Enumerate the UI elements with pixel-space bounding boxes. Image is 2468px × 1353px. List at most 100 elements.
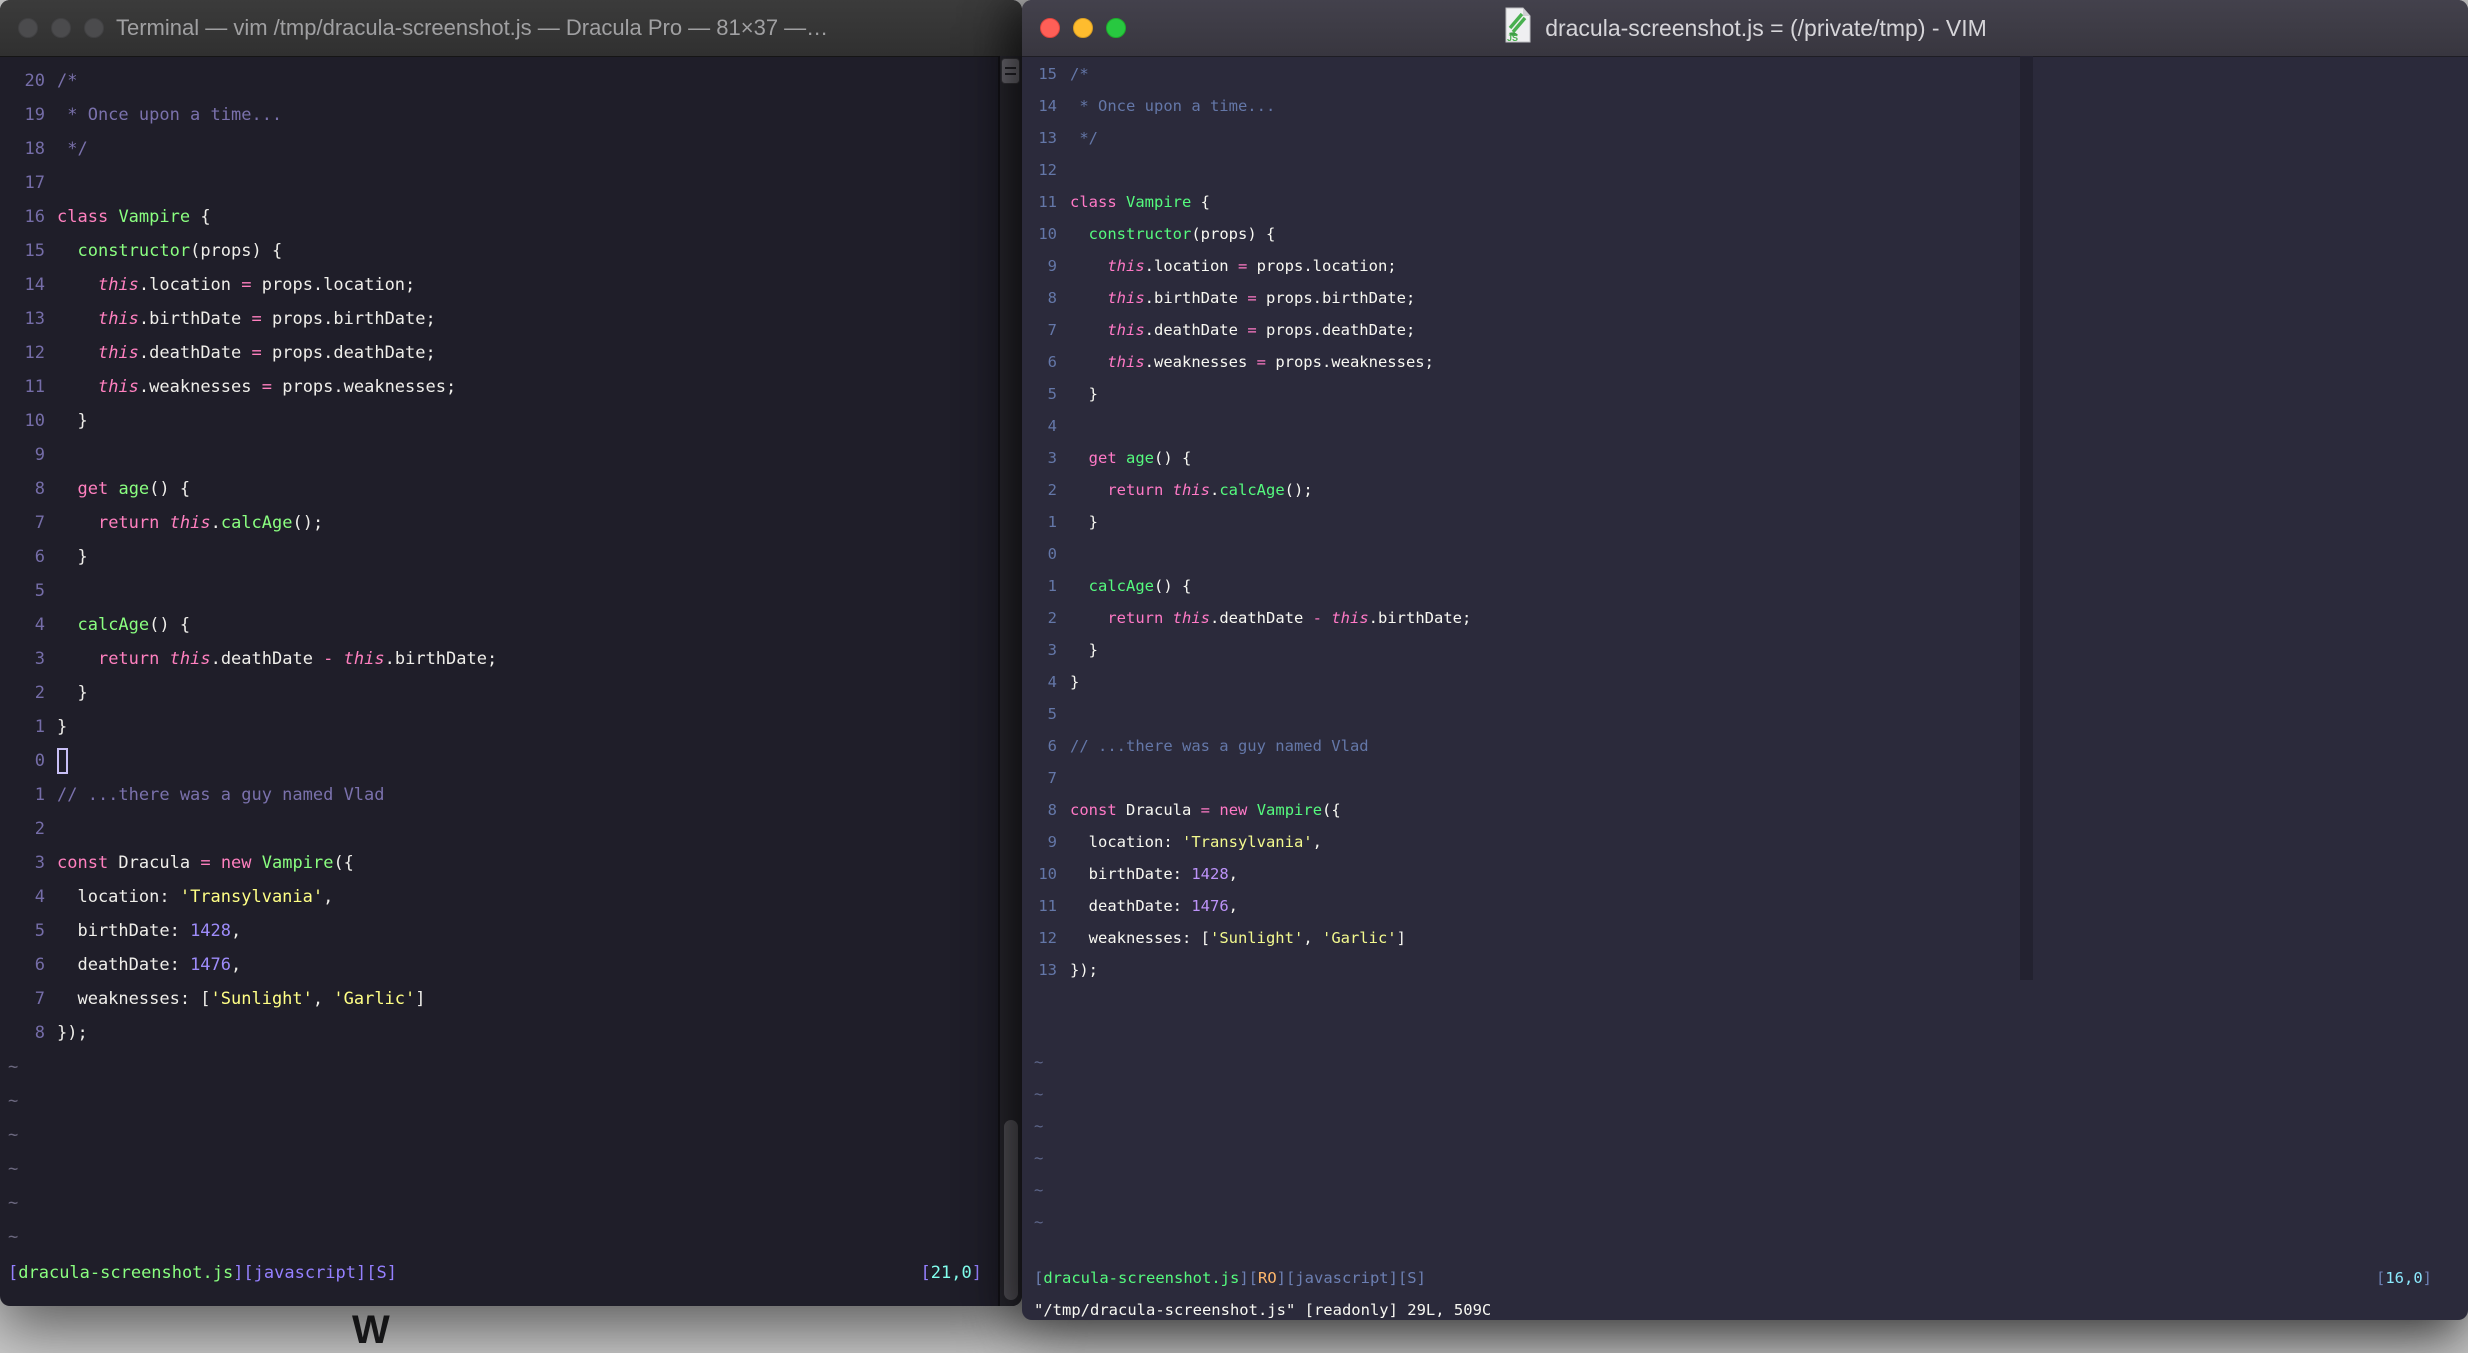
code-line: 15/* (1022, 58, 2468, 90)
code-line: 11 class Vampire { (1022, 186, 2468, 218)
code-line: 11 this.weaknesses = props.weaknesses; (0, 370, 1022, 404)
line-number: 3 (34, 649, 45, 669)
code-line: 9 location: 'Transylvania', (1022, 826, 2468, 858)
code-line: 11 deathDate: 1476, (1022, 890, 2468, 922)
code-line: 12 weaknesses: ['Sunlight', 'Garlic'] (1022, 922, 2468, 954)
line-number: 11 (1038, 193, 1057, 211)
line-number: 3 (1047, 641, 1057, 659)
terminal-window-title: Terminal — vim /tmp/dracula-screenshot.j… (116, 15, 829, 40)
line-number: 13 (1038, 961, 1057, 979)
line-number: 17 (24, 173, 45, 193)
vim-buffer-right[interactable]: 15/* 14 * Once upon a time... 13 */12 11 cla… (1022, 56, 2468, 1320)
line-number: 2 (1047, 481, 1057, 499)
line-number: 7 (34, 513, 45, 533)
code-line: 3 get age() { (1022, 442, 2468, 474)
statusline-file-info: [dracula-screenshot.js][RO][javascript][… (1034, 1269, 1426, 1287)
line-number: 7 (34, 989, 45, 1009)
javascript-file-icon: JS (1503, 6, 1533, 50)
code-line: 12 this.deathDate = props.deathDate; (0, 336, 1022, 370)
line-number: 0 (1047, 545, 1057, 563)
vim-statusline-right: [dracula-screenshot.js][RO][javascript][… (1022, 1262, 2468, 1294)
empty-line-tilde: ~ (1034, 1053, 1044, 1071)
code-line: 4} (1022, 666, 2468, 698)
close-button[interactable] (1040, 18, 1060, 38)
code-line: 13}); (1022, 954, 2468, 986)
terminal-titlebar[interactable]: Terminal — vim /tmp/dracula-screenshot.j… (0, 0, 1022, 57)
line-number: 12 (1038, 929, 1057, 947)
macvim-titlebar[interactable]: JS dracula-screenshot.js = (/private/tmp… (1022, 0, 2468, 57)
line-number: 10 (1038, 865, 1057, 883)
empty-line-tilde: ~ (1034, 1149, 1044, 1167)
code-line: 8 const Dracula = new Vampire({ (1022, 794, 2468, 826)
line-number: 8 (1047, 801, 1057, 819)
code-line: 10 birthDate: 1428, (1022, 858, 2468, 890)
code-line: 8}); (0, 1016, 1022, 1050)
line-number: 1 (1047, 513, 1057, 531)
line-number: 10 (24, 411, 45, 431)
line-number: 9 (1047, 257, 1057, 275)
code-line: 9 (0, 438, 1022, 472)
code-line: 9 this.location = props.location; (1022, 250, 2468, 282)
code-line: 15 constructor(props) { (0, 234, 1022, 268)
line-number: 13 (1038, 129, 1057, 147)
code-line: 7 weaknesses: ['Sunlight', 'Garlic'] (0, 982, 1022, 1016)
line-number: 14 (24, 275, 45, 295)
code-line: 8 get age() { (0, 472, 1022, 506)
line-number: 20 (24, 71, 45, 91)
line-number: 1 (34, 785, 45, 805)
empty-line-tilde: ~ (8, 1125, 19, 1145)
code-line: 6 this.weaknesses = props.weaknesses; (1022, 346, 2468, 378)
minimize-button[interactable] (1073, 18, 1093, 38)
empty-line-tilde: ~ (8, 1193, 19, 1213)
code-line: 6// ...there was a guy named Vlad (1022, 730, 2468, 762)
split-pane-button[interactable] (1001, 58, 1020, 84)
code-line: 2 (0, 812, 1022, 846)
empty-line-tilde: ~ (1034, 1181, 1044, 1199)
code-line: 5 (0, 574, 1022, 608)
line-number: 5 (34, 921, 45, 941)
empty-line-tilde: ~ (1034, 1117, 1044, 1135)
empty-line-tilde: ~ (1034, 1213, 1044, 1231)
empty-line-tilde: ~ (1034, 1085, 1044, 1103)
empty-line-tilde: ~ (8, 1159, 19, 1179)
code-line: 10 } (0, 404, 1022, 438)
code-line: 0 (1022, 538, 2468, 570)
code-line: 7 this.deathDate = props.deathDate; (1022, 314, 2468, 346)
macvim-scrollbar[interactable] (2020, 56, 2033, 980)
line-number: 8 (34, 479, 45, 499)
code-line: 17 (0, 166, 1022, 200)
minimize-button[interactable] (51, 18, 71, 38)
code-line: 4 location: 'Transylvania', (0, 880, 1022, 914)
line-number: 14 (1038, 97, 1057, 115)
code-line: 3 } (1022, 634, 2468, 666)
line-number: 12 (1038, 161, 1057, 179)
line-number: 4 (1047, 417, 1057, 435)
vim-buffer-left[interactable]: 20/* 19 * Once upon a time... 18 */17 16 cla… (0, 56, 1022, 1306)
zoom-button[interactable] (1106, 18, 1126, 38)
line-number: 19 (24, 105, 45, 125)
code-line: 12 (1022, 154, 2468, 186)
code-line: 8 this.birthDate = props.birthDate; (1022, 282, 2468, 314)
zoom-button[interactable] (84, 18, 104, 38)
line-number: 4 (34, 615, 45, 635)
line-number: 7 (1047, 321, 1057, 339)
scrollbar-thumb[interactable] (1004, 1120, 1018, 1300)
line-number: 4 (34, 887, 45, 907)
code-line: 18 */ (0, 132, 1022, 166)
line-number: 6 (1047, 737, 1057, 755)
terminal-scrollbar[interactable] (998, 56, 1022, 1306)
traffic-lights (1040, 0, 1126, 56)
empty-line-tilde: ~ (8, 1091, 19, 1111)
line-number: 11 (24, 377, 45, 397)
background-window-text: W (352, 1308, 390, 1352)
code-line: 4 calcAge() { (0, 608, 1022, 642)
line-number: 8 (34, 1023, 45, 1043)
line-number: 2 (1047, 609, 1057, 627)
close-button[interactable] (18, 18, 38, 38)
code-line: 16 class Vampire { (0, 200, 1022, 234)
code-line: 2 return this.calcAge(); (1022, 474, 2468, 506)
line-number: 5 (1047, 705, 1057, 723)
line-number: 2 (34, 683, 45, 703)
code-line: 13 */ (1022, 122, 2468, 154)
code-line: 2 } (0, 676, 1022, 710)
